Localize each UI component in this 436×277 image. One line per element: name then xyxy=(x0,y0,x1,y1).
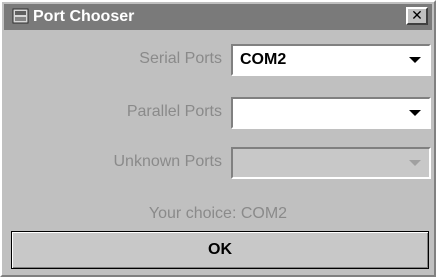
title-bar[interactable]: Port Chooser ✕ xyxy=(4,4,432,30)
serial-ports-combo[interactable]: COM2 xyxy=(231,44,431,76)
unknown-ports-label: Unknown Ports xyxy=(113,153,223,170)
java-app-icon[interactable] xyxy=(12,8,29,24)
chevron-down-icon[interactable] xyxy=(409,57,421,63)
ok-button[interactable]: OK xyxy=(11,231,429,269)
window-title: Port Chooser xyxy=(33,8,135,25)
serial-ports-selected-value: COM2 xyxy=(240,51,287,68)
parallel-ports-label: Parallel Ports xyxy=(126,103,222,120)
close-icon[interactable]: ✕ xyxy=(406,7,428,25)
chevron-down-icon xyxy=(409,160,421,166)
chevron-down-icon[interactable] xyxy=(409,110,421,116)
serial-ports-label: Serial Ports xyxy=(139,50,222,67)
choice-status-text: Your choice: COM2 xyxy=(148,205,288,222)
unknown-ports-combo xyxy=(231,147,431,179)
port-chooser-window: Port Chooser ✕ Serial Ports COM2 Paralle… xyxy=(0,0,436,277)
parallel-ports-combo[interactable] xyxy=(231,97,431,129)
